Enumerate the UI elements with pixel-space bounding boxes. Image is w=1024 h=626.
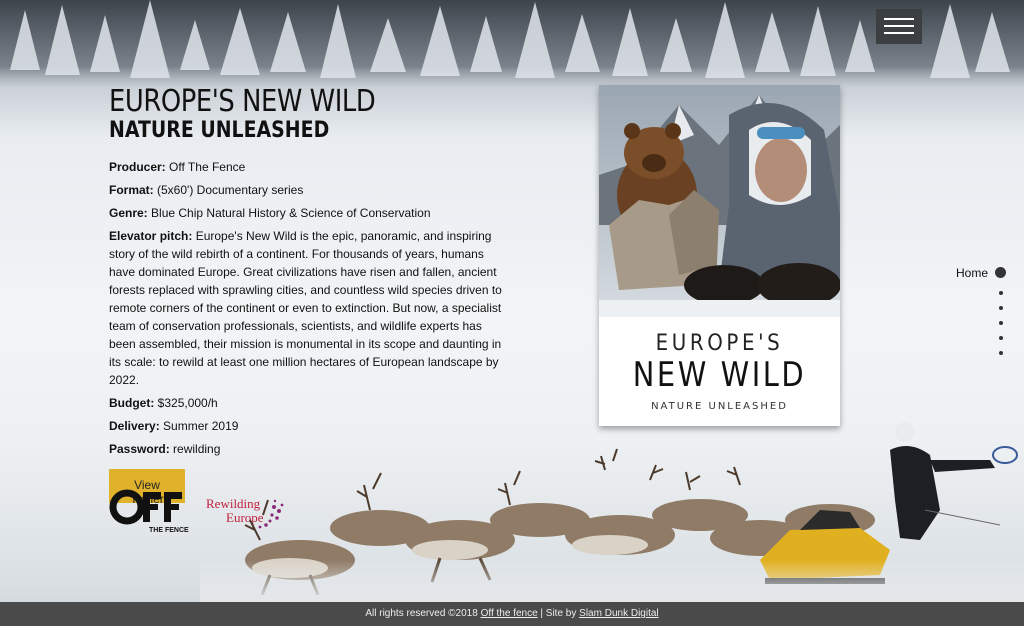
nav-dot-6[interactable] — [999, 351, 1003, 355]
pitch-value: Europe's New Wild is the epic, panoramic… — [109, 229, 502, 387]
footer-separator: | Site by — [537, 608, 580, 619]
footer-link-off-the-fence[interactable]: Off the fence — [481, 608, 538, 619]
pitch-label: Elevator pitch: — [109, 229, 193, 243]
page-subtitle: NATURE UNLEASHED — [109, 118, 330, 143]
page-title: EUROPE'S NEW WILD — [109, 84, 376, 119]
hamburger-menu-icon-line — [884, 25, 914, 27]
budget-value: $325,000/h — [157, 396, 218, 410]
site-footer: All rights reserved ©2018 Off the fence … — [0, 602, 1024, 626]
nav-dot-3[interactable] — [999, 306, 1003, 310]
producer-value: Off The Fence — [169, 160, 246, 174]
off-logo-subtext: THE FENCE — [149, 527, 189, 534]
genre-info: Genre: Blue Chip Natural History & Scien… — [109, 204, 504, 222]
nav-home-link[interactable]: Home — [955, 266, 1006, 280]
budget-label: Budget: — [109, 396, 155, 410]
footer-link-slam-dunk[interactable]: Slam Dunk Digital — [579, 608, 658, 619]
section-nav: Home — [955, 266, 1006, 355]
genre-value: Blue Chip Natural History & Science of C… — [151, 206, 431, 220]
nav-home-label: Home — [955, 266, 988, 280]
producer-info: Producer: Off The Fence — [109, 158, 504, 176]
format-label: Format: — [109, 183, 154, 197]
nav-dot-4[interactable] — [999, 321, 1003, 325]
poster-title-line1: EUROPE'S — [655, 331, 784, 356]
delivery-label: Delivery: — [109, 419, 160, 433]
genre-label: Genre: — [109, 206, 148, 220]
poster-image: EUROPE'S NEW WILD NATURE UNLEASHED — [599, 85, 840, 426]
snowy-forest-background — [0, 0, 1024, 95]
password-label: Password: — [109, 442, 170, 456]
hamburger-menu-button[interactable] — [876, 9, 922, 44]
hamburger-menu-icon-line — [884, 18, 914, 20]
format-info: Format: (5x60') Documentary series — [109, 181, 504, 199]
poster-artwork — [599, 85, 840, 317]
footer-copyright: All rights reserved ©2018 — [365, 608, 481, 619]
nav-dot-5[interactable] — [999, 336, 1003, 340]
nav-dot-2[interactable] — [999, 291, 1003, 295]
format-value: (5x60') Documentary series — [157, 183, 304, 197]
reindeer-herd-image — [200, 422, 1024, 602]
poster-title-line2: NEW WILD — [632, 355, 807, 395]
hamburger-menu-icon-line — [884, 32, 914, 34]
off-the-fence-logo[interactable]: THE FENCE — [109, 489, 191, 535]
active-dot-icon — [995, 267, 1006, 278]
producer-label: Producer: — [109, 160, 166, 174]
elevator-pitch: Elevator pitch: Europe's New Wild is the… — [109, 227, 504, 389]
